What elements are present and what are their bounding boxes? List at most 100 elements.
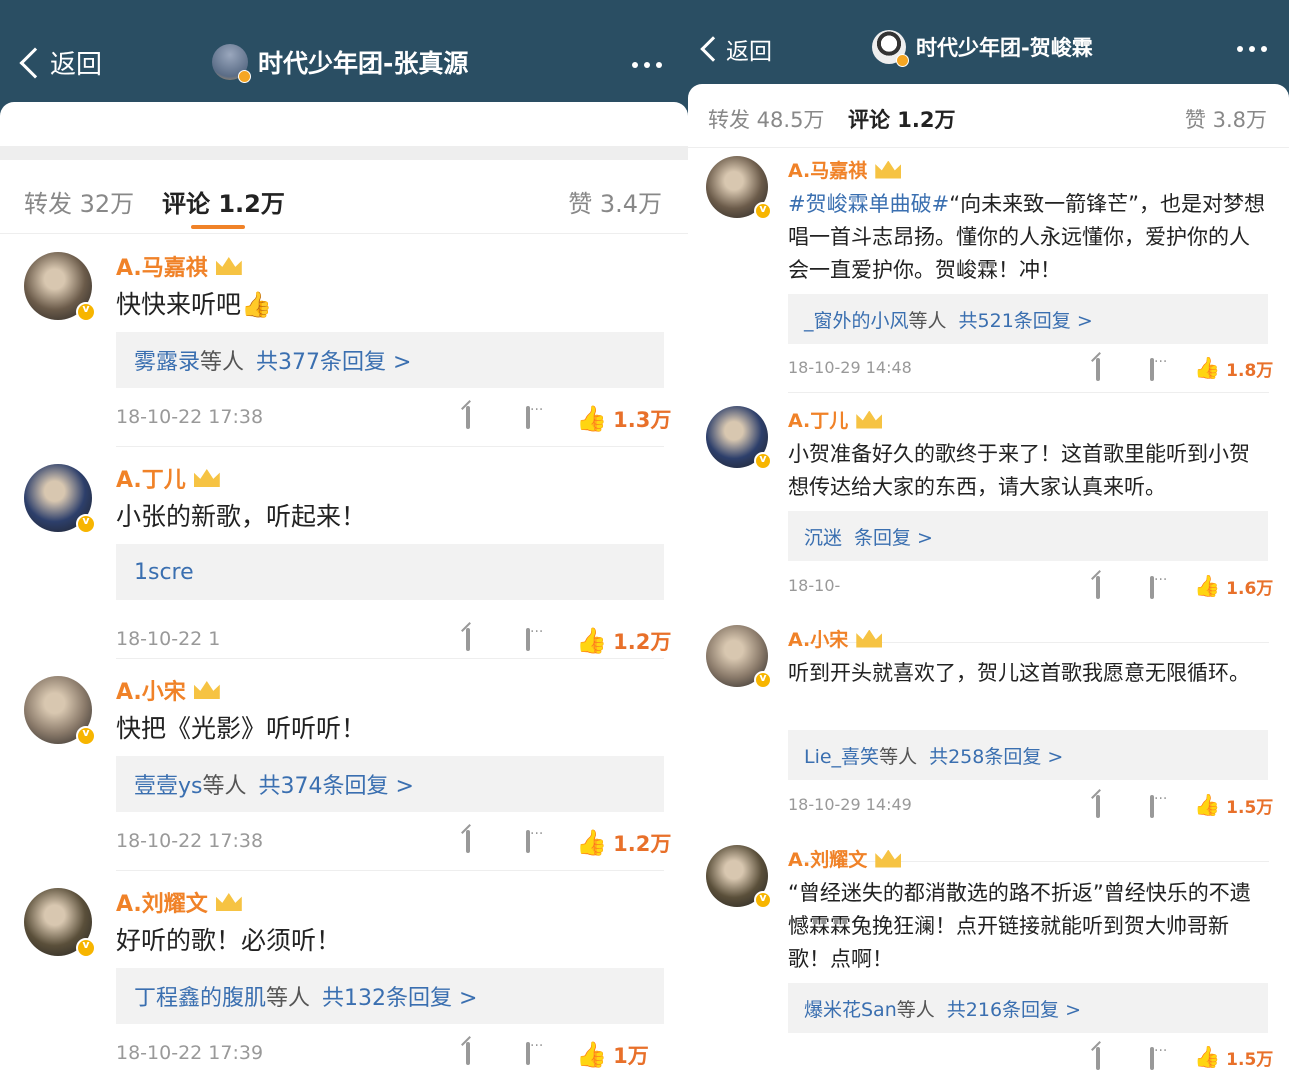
comment-item: A.小宋快把《光影》听听听！ 壹壹ys等人共374条回复 > 18-10-22 17… bbox=[0, 674, 688, 884]
share-icon[interactable] bbox=[1096, 1047, 1100, 1070]
username[interactable]: A.丁儿 bbox=[788, 406, 883, 433]
like-button[interactable]: 👍 1万 bbox=[576, 1040, 649, 1070]
reply-count[interactable]: 共258条回复 > bbox=[929, 742, 1063, 769]
timestamp: 18-10-22 17:39 bbox=[116, 1042, 264, 1064]
tab-likes[interactable]: 赞 3.8万 bbox=[1185, 104, 1267, 134]
comment-icon[interactable] bbox=[1150, 795, 1154, 818]
more-options-button[interactable] bbox=[1237, 46, 1267, 52]
reply-user-names[interactable]: 1scre bbox=[134, 560, 194, 585]
reply-etc-label: 等人 bbox=[879, 745, 918, 768]
timestamp: 18-10-22 1 bbox=[116, 628, 221, 650]
share-icon[interactable] bbox=[1096, 576, 1100, 599]
like-count: 1.6万 bbox=[1226, 579, 1274, 599]
reply-user-names[interactable]: _窗外的小风 bbox=[804, 306, 909, 333]
share-icon[interactable] bbox=[466, 406, 470, 429]
like-button[interactable]: 👍 1.2万 bbox=[576, 828, 671, 858]
username-text[interactable]: A.小宋 bbox=[116, 674, 186, 706]
like-button[interactable]: 👍 1.5万 bbox=[1194, 793, 1273, 818]
reply-count[interactable]: 共521条回复 > bbox=[959, 306, 1093, 333]
reply-user-names[interactable]: 雾露录 bbox=[134, 344, 200, 376]
avatar[interactable] bbox=[706, 406, 772, 470]
like-count: 1.5万 bbox=[1226, 1050, 1274, 1070]
comment-icon[interactable] bbox=[1150, 576, 1154, 599]
replies-link[interactable]: 雾露录 等人 共377条回复 > bbox=[116, 332, 664, 388]
hashtag-link[interactable]: #贺峻霖单曲破# bbox=[788, 192, 949, 216]
crown-icon bbox=[856, 410, 883, 429]
like-button[interactable]: 👍 1.8万 bbox=[1194, 356, 1273, 381]
username-text[interactable]: A.小宋 bbox=[788, 625, 848, 652]
replies-link[interactable]: _窗外的小风 等人 共521条回复 > bbox=[788, 294, 1268, 344]
username-text[interactable]: A.马嘉祺 bbox=[788, 156, 867, 183]
comment-icon[interactable] bbox=[1150, 358, 1154, 381]
reply-count[interactable]: 共216条回复 > bbox=[947, 995, 1081, 1022]
comment-icon[interactable] bbox=[1150, 1047, 1154, 1070]
username-text[interactable]: A.刘耀文 bbox=[788, 845, 867, 872]
like-button[interactable]: 👍 1.3万 bbox=[576, 404, 671, 434]
username-text[interactable]: A.刘耀文 bbox=[116, 886, 208, 918]
reply-etc-label: 等人 bbox=[200, 350, 245, 375]
tab-likes[interactable]: 赞 3.4万 bbox=[568, 184, 662, 219]
username[interactable]: A.小宋 bbox=[788, 625, 883, 652]
reply-count[interactable]: 共374条回复 > bbox=[259, 768, 414, 800]
username[interactable]: A.刘耀文 bbox=[788, 845, 902, 872]
back-button[interactable]: 返回 bbox=[19, 44, 102, 81]
reply-user-names[interactable]: Lie_喜笑 bbox=[804, 742, 879, 769]
username[interactable]: A.马嘉祺 bbox=[788, 156, 902, 183]
comment-body: 快快来听吧👍 bbox=[116, 290, 273, 319]
comment-text: 小张的新歌，听起来！ bbox=[116, 500, 656, 534]
back-button[interactable]: 返回 bbox=[700, 32, 772, 66]
like-button[interactable]: 👍 1.6万 bbox=[1194, 574, 1273, 599]
replies-link[interactable]: Lie_喜笑 等人 共258条回复 > bbox=[788, 730, 1268, 780]
share-icon[interactable] bbox=[1096, 358, 1100, 381]
replies-link[interactable]: 沉迷 条回复 > bbox=[788, 511, 1268, 561]
share-icon[interactable] bbox=[466, 628, 470, 651]
like-button[interactable]: 👍 1.2万 bbox=[576, 626, 671, 656]
crown-icon bbox=[193, 681, 220, 699]
username[interactable]: A.小宋 bbox=[116, 674, 220, 706]
avatar[interactable] bbox=[706, 625, 772, 689]
share-icon[interactable] bbox=[466, 830, 470, 853]
comment-icon[interactable] bbox=[526, 1042, 530, 1065]
avatar[interactable] bbox=[24, 888, 96, 958]
comment-icon[interactable] bbox=[526, 406, 530, 429]
username-text[interactable]: A.丁儿 bbox=[788, 406, 848, 433]
avatar[interactable] bbox=[24, 464, 96, 534]
avatar[interactable] bbox=[24, 676, 96, 746]
title-text: 时代少年团-贺峻霖 bbox=[916, 36, 1093, 60]
reply-user-names[interactable]: 壹壹ys bbox=[134, 768, 202, 800]
username-text[interactable]: A.马嘉祺 bbox=[116, 250, 208, 282]
username-text[interactable]: A.丁儿 bbox=[116, 462, 186, 494]
more-options-button[interactable] bbox=[632, 62, 662, 68]
tab-comments[interactable]: 评论 1.2万 bbox=[848, 104, 956, 134]
comment-icon[interactable] bbox=[526, 830, 530, 853]
reply-count[interactable]: 条回复 > bbox=[854, 523, 933, 550]
username[interactable]: A.刘耀文 bbox=[116, 886, 242, 918]
replies-link[interactable]: 壹壹ys 等人 共374条回复 > bbox=[116, 756, 664, 812]
avatar[interactable] bbox=[24, 252, 96, 322]
tab-repost[interactable]: 转发 48.5万 bbox=[708, 104, 824, 134]
replies-link[interactable]: 丁程鑫的腹肌 等人 共132条回复 > bbox=[116, 968, 664, 1024]
like-button[interactable]: 👍 1.5万 bbox=[1194, 1045, 1273, 1070]
reply-etc-label: 等人 bbox=[266, 986, 311, 1011]
replies-link[interactable]: 爆米花San 等人 共216条回复 > bbox=[788, 983, 1268, 1033]
reply-count[interactable]: 共132条回复 > bbox=[322, 980, 477, 1012]
reply-user-names[interactable]: 爆米花San bbox=[804, 995, 897, 1022]
replies-link[interactable]: 1scre bbox=[116, 544, 664, 600]
thumbs-up-icon: 👍 bbox=[576, 626, 608, 655]
tab-repost[interactable]: 转发 32万 bbox=[24, 184, 134, 219]
more-dots-icon bbox=[1237, 46, 1243, 52]
reply-count[interactable]: 共377条回复 > bbox=[256, 344, 411, 376]
crown-shape bbox=[856, 410, 883, 429]
share-icon[interactable] bbox=[466, 1042, 470, 1065]
username[interactable]: A.马嘉祺 bbox=[116, 250, 242, 282]
share-icon[interactable] bbox=[1096, 795, 1100, 818]
comment-item: A.刘耀文好听的歌！必须听！ 丁程鑫的腹肌等人共132条回复 > 18-10-22 … bbox=[0, 886, 688, 1080]
reply-user-names[interactable]: 丁程鑫的腹肌 bbox=[134, 980, 266, 1012]
reply-user-names[interactable]: 沉迷 bbox=[804, 523, 842, 550]
thumbs-up-icon: 👍 bbox=[1194, 793, 1221, 817]
avatar[interactable] bbox=[706, 845, 772, 909]
comment-icon[interactable] bbox=[526, 628, 530, 651]
avatar[interactable] bbox=[706, 156, 772, 220]
tab-comments[interactable]: 评论 1.2万 bbox=[162, 184, 285, 219]
username[interactable]: A.丁儿 bbox=[116, 462, 220, 494]
